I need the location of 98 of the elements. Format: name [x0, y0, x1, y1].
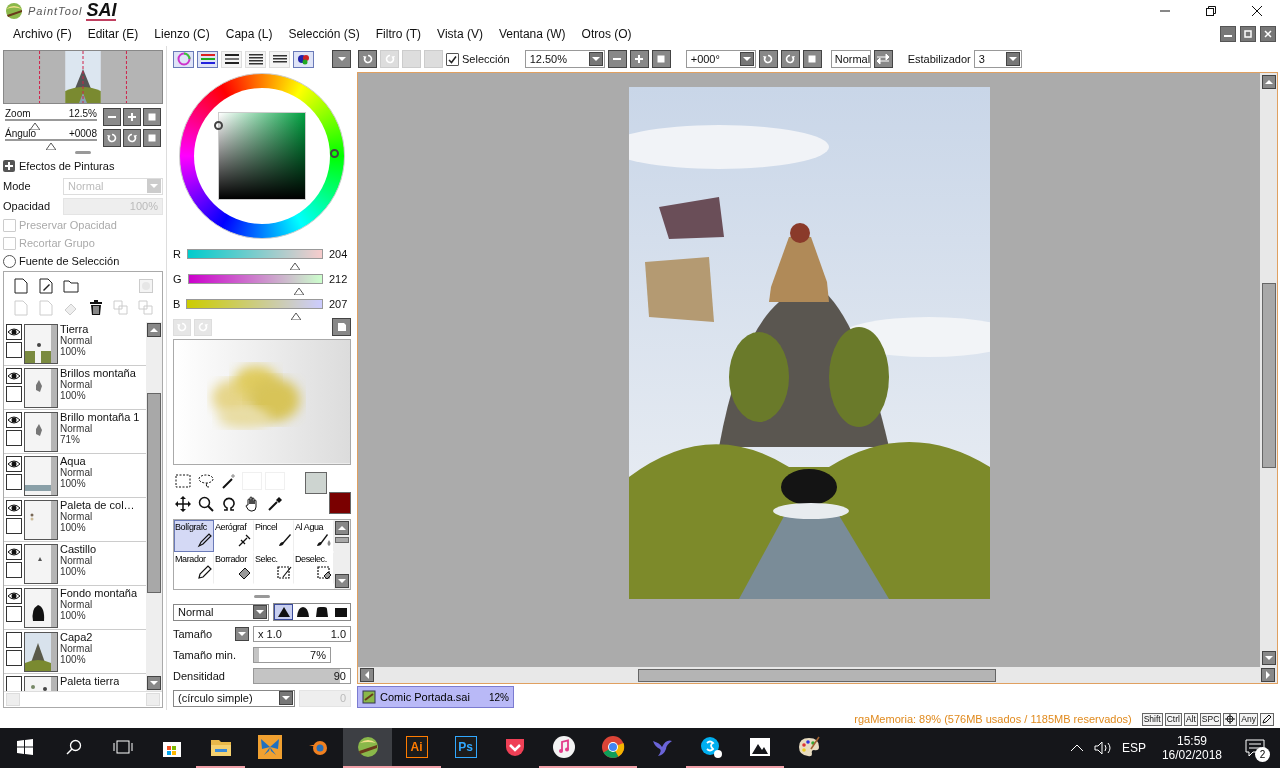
- layer-item[interactable]: Aqua Normal 100%: [4, 454, 146, 498]
- layer-mode: Normal: [60, 335, 93, 346]
- app-logo-title: SAI: [86, 1, 117, 21]
- field-label: Tamaño min.: [173, 649, 237, 662]
- layer-name: Aqua: [60, 456, 86, 467]
- channel-label: B: [173, 298, 181, 311]
- value-slider[interactable]: 7%: [253, 647, 331, 664]
- layer-item[interactable]: Capa2 Normal 100%: [4, 630, 146, 674]
- slider-value: +0008: [68, 128, 97, 139]
- layer-item[interactable]: Brillo montaña 1 Normal 71%: [4, 410, 146, 454]
- menu-item[interactable]: Vista (V): [430, 27, 492, 41]
- layer-opacity: 100%: [60, 390, 87, 401]
- layer-name: Tierra: [60, 324, 90, 335]
- field-label: Densitidad: [173, 670, 226, 683]
- option-label: Preservar Opacidad: [19, 219, 117, 231]
- app-icon: Ai: [405, 736, 428, 758]
- angle-select[interactable]: +000°: [685, 50, 756, 68]
- checkbox-label: Selección: [462, 53, 510, 65]
- menu-item[interactable]: Selección (S): [281, 27, 369, 41]
- channel-value: 204: [329, 248, 349, 261]
- layer-item[interactable]: Tierra Normal 100%: [4, 322, 146, 366]
- slider-label: Zoom: [5, 108, 31, 119]
- layer-mode: Normal: [60, 379, 94, 390]
- menu-item[interactable]: Lienzo (C): [147, 27, 219, 41]
- menu-item[interactable]: Capa (L): [218, 27, 282, 41]
- tool-button[interactable]: Selec.: [254, 551, 294, 584]
- menu-item[interactable]: Ventana (W): [491, 27, 575, 41]
- tool-button[interactable]: Al Agua: [294, 519, 334, 552]
- layer-opacity: 100%: [60, 654, 87, 665]
- app-logo-text: PaintTool: [28, 5, 83, 17]
- menu-item[interactable]: Archivo (F): [6, 27, 81, 41]
- layer-mode: Normal: [60, 511, 94, 522]
- menu-item[interactable]: Otros (O): [574, 27, 641, 41]
- zoom-select[interactable]: 12.50%: [524, 50, 605, 68]
- blend-toggle[interactable]: Normal: [830, 50, 871, 68]
- taskbar-button[interactable]: Ai: [392, 728, 441, 768]
- layer-name: Fondo montaña: [60, 588, 138, 599]
- blend-mode-select[interactable]: Normal: [173, 603, 269, 621]
- layer-name: Capa2: [60, 632, 93, 643]
- memory-status: rgaMemoria: 89% (576MB usados / 1185MB reservados): [854, 713, 1132, 725]
- menu-item[interactable]: Editar (E): [80, 27, 148, 41]
- modifier-key-indicator: Shift: [1141, 712, 1163, 726]
- language-indicator[interactable]: ESP: [1121, 741, 1146, 755]
- layer-item[interactable]: Castillo Normal 100%: [4, 542, 146, 586]
- layer-mode: Normal: [60, 555, 94, 566]
- app-icon: Ps: [454, 736, 477, 758]
- modifier-key-indicator: SPC: [1199, 712, 1222, 726]
- modifier-key-indicator: Ctrl: [1164, 712, 1182, 726]
- layer-mode: Normal: [60, 423, 94, 434]
- tool-button[interactable]: Borrador: [214, 551, 254, 584]
- field-label: Mode: [3, 180, 32, 192]
- option-label: Fuente de Selección: [19, 255, 120, 267]
- layer-opacity: 71%: [60, 434, 81, 445]
- field-label: Tamaño: [173, 628, 214, 641]
- tool-button[interactable]: Bolígrafc: [174, 519, 214, 552]
- layer-item[interactable]: Paleta de col… Normal 100%: [4, 498, 146, 542]
- tool-button[interactable]: Marador: [174, 551, 214, 584]
- channel-label: G: [173, 273, 182, 286]
- section-title[interactable]: Efectos de Pinturas: [19, 160, 115, 172]
- layer-opacity: 100%: [60, 566, 87, 577]
- size-field[interactable]: x 1.0 1.0: [253, 626, 351, 643]
- field-label: Estabilizador: [907, 53, 971, 65]
- clock-date[interactable]: 16/02/2018: [1161, 748, 1222, 762]
- slider-value: 12.5%: [68, 108, 97, 119]
- modifier-key-indicator: Alt: [1183, 712, 1198, 726]
- layer-opacity: 100%: [60, 478, 87, 489]
- layer-item[interactable]: Brillos montaña Normal 100%: [4, 366, 146, 410]
- notifications-button[interactable]: 2: [1238, 731, 1272, 765]
- layer-opacity: 100%: [60, 522, 87, 533]
- channel-label: R: [173, 248, 181, 261]
- option-label: Recortar Grupo: [19, 237, 95, 249]
- clock-time[interactable]: 15:59: [1176, 734, 1207, 748]
- layer-mode: Normal: [60, 643, 93, 654]
- layer-mode: Normal: [60, 467, 93, 478]
- field-label: Opacidad: [3, 200, 52, 212]
- texture-select[interactable]: (círculo simple): [173, 689, 295, 707]
- layer-item[interactable]: Fondo montaña Normal 100%: [4, 586, 146, 630]
- layer-name: Castillo: [60, 544, 97, 555]
- channel-value: 212: [329, 273, 349, 286]
- modifier-key-indicator: Any: [1239, 712, 1258, 726]
- menu-item[interactable]: Filtro (T): [368, 27, 431, 41]
- layer-name: Brillo montaña 1: [60, 412, 140, 423]
- channel-value: 207: [329, 298, 349, 311]
- layer-name: Paleta tierra: [60, 676, 120, 687]
- layer-name: Brillos montaña: [60, 368, 136, 379]
- tool-button[interactable]: Pincel: [254, 519, 294, 552]
- document-tab[interactable]: Comic Portada.sai 12%: [357, 686, 514, 708]
- layer-mode: Normal: [60, 599, 94, 610]
- slider-label: Ángulo: [5, 128, 37, 139]
- notification-count: 2: [1255, 747, 1270, 762]
- layer-opacity: 100%: [60, 346, 87, 357]
- stabilizer-select[interactable]: 3: [973, 50, 1022, 68]
- value-slider[interactable]: 90: [253, 668, 351, 685]
- taskbar-button[interactable]: Ps: [441, 728, 490, 768]
- layer-name: Paleta de col…: [60, 500, 135, 511]
- tool-button[interactable]: Deselec.: [294, 551, 334, 584]
- tool-button[interactable]: Aerógraf: [214, 519, 254, 552]
- layer-opacity: 100%: [60, 610, 87, 621]
